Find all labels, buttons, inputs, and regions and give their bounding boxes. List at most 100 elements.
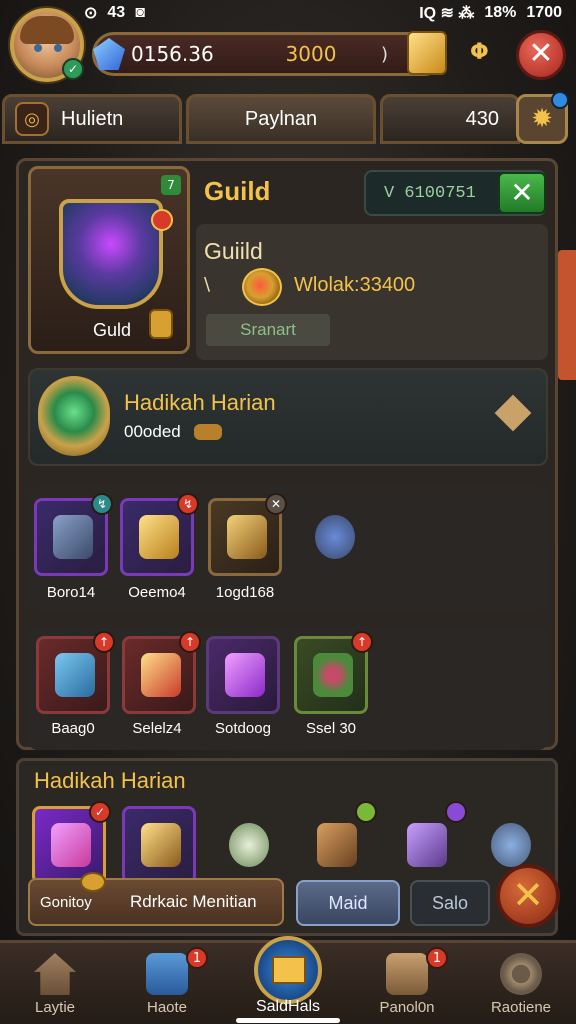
close-button[interactable]: ✕: [516, 30, 566, 80]
coin-symbol-icon: Φ: [470, 40, 489, 65]
level-badge-icon: ✓: [62, 58, 84, 80]
helmet-icon: [227, 515, 267, 559]
avatar-eye: [34, 44, 42, 52]
crown-icon: [141, 653, 181, 697]
item-label: Selelz4: [132, 720, 182, 737]
nav-label: Raotiene: [490, 999, 552, 1016]
armor-icon: [53, 515, 93, 559]
action-right-label: Rdrkaic Menitian: [130, 892, 257, 911]
settings-gear-icon[interactable]: ✹: [516, 91, 569, 144]
gear-icon: [500, 953, 542, 995]
guild-wealth: Wlolak:33400: [294, 274, 416, 296]
currency-bar: 0156.36 3000 ): [92, 31, 447, 76]
blade-icon: [315, 515, 355, 559]
shield-icon: [59, 199, 163, 309]
nav-badge: 1: [426, 947, 448, 969]
item-badge: ↑: [93, 631, 115, 653]
gold-cube-icon[interactable]: [407, 31, 447, 75]
home-indicator[interactable]: [236, 1018, 340, 1023]
daily-title: Hadikah Harian: [124, 390, 276, 415]
close-inventory-button[interactable]: ✕: [496, 864, 560, 928]
nav-label: Laytie: [34, 999, 76, 1016]
guild-title: Guild: [204, 176, 271, 206]
item-slot[interactable]: [298, 801, 377, 884]
item-badge: ✕: [265, 493, 287, 515]
gauntlet-icon: [139, 515, 179, 559]
item-badge: ↯: [91, 493, 113, 515]
gem-icon: [93, 38, 125, 70]
guild-card-badge: 7: [161, 175, 181, 195]
mask-icon: [229, 823, 269, 867]
nav-item-settings[interactable]: Raotiene: [466, 943, 576, 1024]
tab-bar: ◎ Hulietn Paylnan 430 ✹: [0, 91, 576, 146]
gem-amount: 0156.36: [131, 42, 214, 66]
book-icon: [146, 953, 188, 995]
nav-center-label: SaldHals: [255, 998, 321, 1015]
player-avatar[interactable]: ✓: [10, 8, 84, 82]
start-button[interactable]: Sranart: [206, 314, 330, 346]
nav-label: Haote: [146, 999, 188, 1016]
guild-emblem-card[interactable]: 7 Guld: [28, 166, 190, 354]
item-slot[interactable]: [296, 498, 370, 576]
item-slot[interactable]: [206, 636, 280, 714]
tab-label: Hulietn: [61, 107, 124, 130]
swirl-icon: ◎: [15, 102, 49, 136]
item-label: Boro14: [46, 584, 96, 601]
item-label: Ssel 30: [305, 720, 357, 737]
action-bar[interactable]: Gonitoy Rdrkaic Menitian: [28, 872, 284, 926]
item-badge: ↯: [177, 493, 199, 515]
tab-hulietn[interactable]: ◎ Hulietn: [2, 94, 182, 144]
home-icon: [34, 953, 76, 995]
potion-icon: [55, 653, 95, 697]
side-tab-handle[interactable]: [558, 250, 576, 380]
nav-label: Panol0n: [379, 999, 435, 1016]
item-slot[interactable]: ✕: [208, 493, 287, 576]
mail-button[interactable]: Maid: [296, 880, 400, 926]
tab-label: Paylnan: [244, 107, 318, 130]
scroll-icon: [386, 953, 428, 995]
coin-icon: [80, 872, 106, 892]
item-badge: ✓: [89, 801, 111, 823]
item-slot[interactable]: [388, 801, 467, 884]
avatar-eye: [54, 44, 62, 52]
item-slot[interactable]: ↯: [34, 493, 113, 576]
item-label: Baag0: [51, 720, 95, 737]
item-slot[interactable]: ↯: [120, 493, 199, 576]
gold-amount: 3000: [285, 42, 337, 66]
medal-icon: [38, 376, 110, 456]
staff-icon: [407, 823, 447, 867]
inventory-title: Hadikah Harian: [34, 768, 186, 793]
tab-label: 430: [465, 107, 499, 130]
spear-icon: [317, 823, 357, 867]
gem-item-icon: [51, 823, 91, 867]
daily-subtitle: 00oded: [124, 422, 181, 441]
tab-paylnan[interactable]: Paylnan: [186, 94, 376, 144]
item-badge: [355, 801, 377, 823]
item-slot[interactable]: ↑: [294, 631, 373, 714]
currency-separator: ): [381, 43, 389, 65]
hammer-icon: [141, 823, 181, 867]
sale-button[interactable]: Salo: [410, 880, 490, 926]
item-label: Oeemo4: [128, 584, 186, 601]
item-slot[interactable]: ↑: [122, 631, 201, 714]
nav-badge: 1: [186, 947, 208, 969]
gear-item-icon: [491, 823, 531, 867]
crystal-icon: [225, 653, 265, 697]
orb-icon: [242, 268, 282, 306]
item-slot[interactable]: ↑: [36, 631, 115, 714]
avatar-hair: [20, 16, 74, 44]
item-label: 1ogd168: [215, 584, 275, 601]
nav-item-mail-center[interactable]: [254, 936, 322, 1004]
nav-item-panel[interactable]: 1 Panol0n: [352, 943, 462, 1024]
action-left-label: Gonitoy: [40, 894, 92, 911]
item-label: Sotdoog: [215, 720, 271, 737]
nav-item-home[interactable]: Laytie: [0, 943, 110, 1024]
item-slot[interactable]: [210, 806, 284, 884]
nav-item-quests[interactable]: 1 Haote: [112, 943, 222, 1024]
tab-count[interactable]: 430: [380, 94, 520, 144]
envelope-icon: [272, 956, 306, 984]
guild-code-close-button[interactable]: ✕: [498, 172, 546, 214]
item-slot[interactable]: [122, 806, 196, 884]
item-badge: [445, 801, 467, 823]
lock-icon: [149, 309, 173, 339]
